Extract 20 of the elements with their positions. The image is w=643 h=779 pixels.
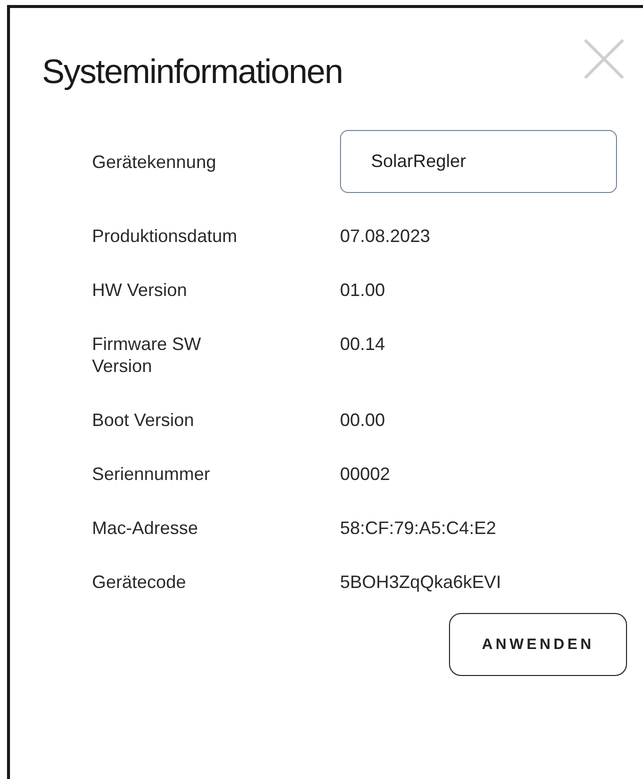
field-label: Seriennummer bbox=[92, 463, 212, 485]
field-label: Mac-Adresse bbox=[92, 517, 200, 539]
dialog-title: Systeminformationen bbox=[42, 53, 342, 92]
field-label: Gerätecode bbox=[92, 571, 188, 593]
apply-button[interactable]: ANWENDEN bbox=[449, 613, 627, 676]
field-value: 01.00 bbox=[340, 279, 386, 301]
field-value: 00002 bbox=[340, 463, 392, 485]
close-button[interactable] bbox=[581, 38, 627, 80]
field-label: Firmware SW Version bbox=[92, 333, 202, 377]
field-label: Boot Version bbox=[92, 409, 196, 431]
input-field[interactable]: SolarRegler bbox=[340, 130, 617, 193]
field-label: HW Version bbox=[92, 279, 188, 301]
field-value: 07.08.2023 bbox=[340, 225, 432, 247]
field-value: 00.00 bbox=[340, 409, 386, 431]
close-icon bbox=[583, 38, 625, 80]
field-value: 00.14 bbox=[340, 333, 386, 355]
field-label: Gerätekennung bbox=[92, 150, 218, 172]
field-label: Produktionsdatum bbox=[92, 225, 238, 247]
field-value: 58:CF:79:A5:C4:E2 bbox=[340, 517, 498, 539]
field-value: 5BOH3ZqQka6kEVI bbox=[340, 571, 502, 593]
